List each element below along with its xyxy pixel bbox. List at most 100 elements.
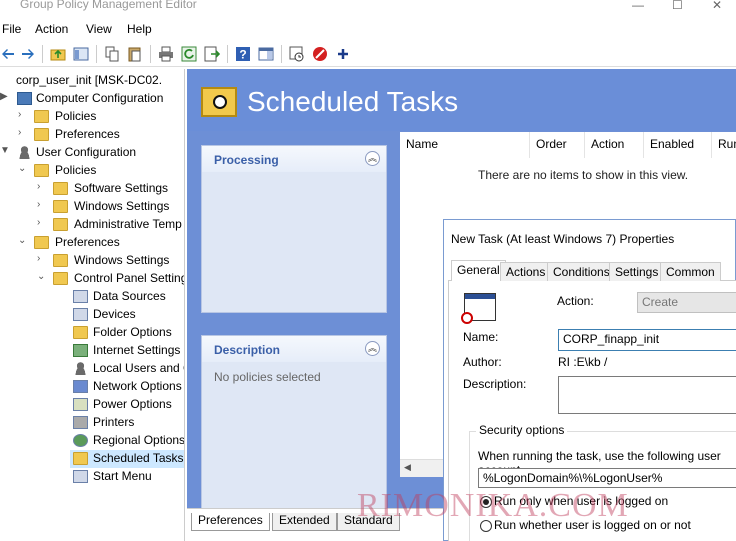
- menu-file[interactable]: File: [2, 22, 21, 36]
- toolbar-separator: [281, 45, 282, 63]
- tree-label: User Configuration: [36, 145, 137, 159]
- tab-conditions[interactable]: Conditions: [547, 262, 616, 281]
- copy-icon[interactable]: [104, 46, 120, 62]
- expand-arrow-icon[interactable]: ▶: [0, 91, 8, 102]
- expand-arrow-icon[interactable]: ›: [37, 253, 40, 264]
- scheduled-tasks-icon: [201, 87, 237, 117]
- collapse-arrow-icon[interactable]: ⌄: [18, 235, 26, 246]
- tree-software-settings[interactable]: › Software Settings: [0, 180, 184, 198]
- tree-windows-settings[interactable]: › Windows Settings: [0, 198, 184, 216]
- tree-internet-settings[interactable]: Internet Settings: [0, 342, 184, 360]
- tab-preferences[interactable]: Preferences: [191, 513, 270, 531]
- tree-label: Windows Settings: [74, 199, 170, 213]
- expand-arrow-icon[interactable]: ›: [37, 199, 40, 210]
- svg-text:?: ?: [239, 48, 246, 62]
- window-title: Group Policy Management Editor: [20, 0, 197, 11]
- name-label: Name:: [463, 330, 499, 344]
- tree-user-configuration[interactable]: ▼ User Configuration: [0, 144, 184, 162]
- tab-general[interactable]: General: [451, 260, 506, 282]
- author-label: Author:: [463, 355, 502, 369]
- menu-help[interactable]: Help: [127, 22, 152, 36]
- tree-label: Preferences: [55, 127, 120, 141]
- tree-administrative-templates[interactable]: › Administrative Temp: [0, 216, 184, 234]
- dialog-title: New Task (At least Windows 7) Properties: [451, 232, 675, 246]
- add-icon[interactable]: [335, 46, 351, 62]
- print-icon[interactable]: [158, 46, 174, 62]
- tree-scheduled-tasks[interactable]: Scheduled Tasks: [70, 450, 184, 468]
- chevron-up-icon[interactable]: ︽: [365, 341, 380, 356]
- tree-devices[interactable]: Devices: [0, 306, 184, 324]
- tree-label: Data Sources: [93, 289, 166, 303]
- tree-pref-windows-settings[interactable]: › Windows Settings: [0, 252, 184, 270]
- tree-label: Administrative Temp: [74, 217, 182, 231]
- run-task-icon[interactable]: [289, 46, 305, 62]
- data-sources-icon: [73, 290, 88, 303]
- column-name[interactable]: Name: [406, 137, 438, 151]
- user-account-input[interactable]: %LogonDomain%\%LogonUser%: [478, 468, 736, 488]
- collapse-arrow-icon[interactable]: ▼: [0, 145, 10, 156]
- column-order[interactable]: Order: [536, 137, 567, 151]
- tree-power-options[interactable]: Power Options: [0, 396, 184, 414]
- description-input[interactable]: [558, 376, 736, 414]
- description-label: Description:: [463, 377, 527, 391]
- expand-arrow-icon[interactable]: ›: [37, 217, 40, 228]
- horizontal-scrollbar[interactable]: ◀: [400, 459, 444, 477]
- forward-icon[interactable]: [20, 46, 36, 62]
- tab-common[interactable]: Common: [660, 262, 721, 281]
- tree-uc-policies[interactable]: ⌄ Policies: [0, 162, 184, 180]
- tree-cc-policies[interactable]: › Policies: [0, 108, 184, 126]
- stop-icon[interactable]: [312, 46, 328, 62]
- refresh-icon[interactable]: [181, 46, 197, 62]
- column-run[interactable]: Run: [718, 137, 736, 151]
- back-icon[interactable]: [0, 46, 16, 62]
- show-tree-icon[interactable]: [73, 46, 89, 62]
- tab-extended[interactable]: Extended: [272, 513, 337, 531]
- maximize-button[interactable]: ☐: [672, 0, 683, 12]
- tree-cc-preferences[interactable]: › Preferences: [0, 126, 184, 144]
- author-value: RI :E\kb /: [558, 355, 608, 369]
- minimize-button[interactable]: —: [632, 0, 644, 12]
- name-input[interactable]: CORP_finapp_init: [558, 329, 736, 351]
- close-button[interactable]: ✕: [712, 0, 722, 12]
- tree-folder-options[interactable]: Folder Options: [0, 324, 184, 342]
- expand-arrow-icon[interactable]: ›: [18, 109, 21, 120]
- tree-root[interactable]: corp_user_init [MSK-DC02.: [0, 72, 184, 90]
- tab-actions[interactable]: Actions: [500, 262, 552, 281]
- processing-panel-header: Processing ︽: [202, 146, 386, 172]
- tree-label: Windows Settings: [74, 253, 170, 267]
- collapse-arrow-icon[interactable]: ⌄: [37, 271, 45, 282]
- tree-local-users-groups[interactable]: Local Users and G: [0, 360, 184, 378]
- help-icon[interactable]: ?: [235, 46, 251, 62]
- column-enabled[interactable]: Enabled: [650, 137, 694, 151]
- export-icon[interactable]: [204, 46, 220, 62]
- expand-arrow-icon[interactable]: ›: [37, 181, 40, 192]
- folder-options-icon: [73, 326, 88, 339]
- collapse-arrow-icon[interactable]: ⌄: [18, 163, 26, 174]
- action-select[interactable]: Create: [637, 292, 736, 313]
- paste-icon[interactable]: [127, 46, 143, 62]
- scroll-left-icon[interactable]: ◀: [404, 462, 411, 473]
- printers-icon: [73, 416, 88, 429]
- tree-uc-preferences[interactable]: ⌄ Preferences: [0, 234, 184, 252]
- scheduled-tasks-icon: [73, 452, 88, 465]
- tree-printers[interactable]: Printers: [0, 414, 184, 432]
- tree-control-panel-settings[interactable]: ⌄ Control Panel Setting: [0, 270, 184, 288]
- tree-label: Power Options: [93, 397, 172, 411]
- tree-start-menu[interactable]: Start Menu: [0, 468, 184, 486]
- tab-settings[interactable]: Settings: [609, 262, 665, 281]
- menu-view[interactable]: View: [86, 22, 112, 36]
- tree-computer-configuration[interactable]: ▶ Computer Configuration: [0, 90, 184, 108]
- empty-list-message: There are no items to show in this view.: [478, 168, 689, 182]
- tree-regional-options[interactable]: Regional Options: [0, 432, 184, 450]
- expand-arrow-icon[interactable]: ›: [18, 127, 21, 138]
- menu-action[interactable]: Action: [35, 22, 68, 36]
- chevron-up-icon[interactable]: ︽: [365, 151, 380, 166]
- tree-label: Policies: [55, 109, 97, 123]
- tree-network-options[interactable]: Network Options: [0, 378, 184, 396]
- column-action[interactable]: Action: [591, 137, 624, 151]
- show-hide-icon[interactable]: [258, 46, 274, 62]
- tree-data-sources[interactable]: Data Sources: [0, 288, 184, 306]
- computer-icon: [17, 92, 32, 105]
- up-folder-icon[interactable]: [50, 46, 66, 62]
- tree-label: Computer Configuration: [36, 91, 164, 105]
